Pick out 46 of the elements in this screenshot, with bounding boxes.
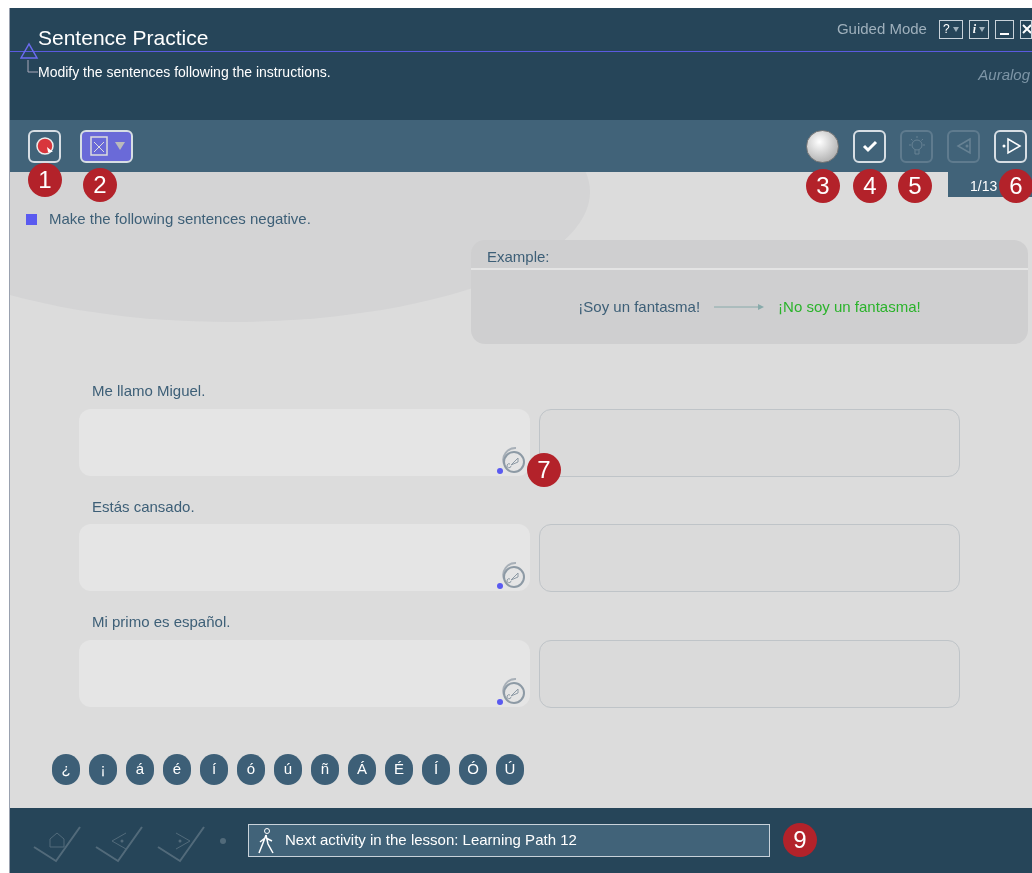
- accent-key[interactable]: í: [200, 754, 228, 785]
- example-answer: ¡No soy un fantasma!: [778, 296, 921, 317]
- accent-key[interactable]: ú: [274, 754, 302, 785]
- accent-key[interactable]: Ú: [496, 754, 524, 785]
- accent-key[interactable]: é: [163, 754, 191, 785]
- answer-field[interactable]: [539, 639, 960, 708]
- record-button[interactable]: [28, 129, 61, 163]
- arrow-icon: [714, 303, 765, 311]
- accent-key[interactable]: ¡: [89, 754, 117, 785]
- accent-key[interactable]: Ó: [459, 754, 487, 785]
- accent-key[interactable]: ¿: [52, 754, 80, 785]
- checkmark-icon: [860, 138, 879, 154]
- accent-key[interactable]: Á: [348, 754, 376, 785]
- answer-field[interactable]: [539, 524, 960, 592]
- next-button[interactable]: [994, 129, 1027, 163]
- close-button[interactable]: [1020, 19, 1032, 39]
- walking-person-icon: [255, 826, 277, 855]
- caret-icon: [115, 142, 125, 150]
- dictionary-button[interactable]: [80, 129, 133, 163]
- next-activity-button[interactable]: Next activity in the lesson: Learning Path 12: [248, 824, 770, 857]
- sentence-prompt: Mi primo es español.: [91, 612, 232, 632]
- example-sentence: ¡Soy un fantasma!: [578, 296, 701, 317]
- instructions-text: Modify the sentences following the instructions.: [38, 63, 331, 82]
- instruction-text: Make the following sentences negative.: [49, 209, 311, 229]
- accent-key[interactable]: É: [385, 754, 413, 785]
- info-button[interactable]: i: [968, 19, 989, 39]
- accent-key[interactable]: ñ: [311, 754, 339, 785]
- record-icon: [34, 136, 55, 156]
- brand-logo: Auralog: [978, 65, 1030, 85]
- minimize-button[interactable]: [995, 19, 1014, 39]
- sentence-prompt: Me llamo Miguel.: [91, 381, 207, 401]
- help-button[interactable]: ?: [938, 19, 963, 39]
- check-button[interactable]: [853, 129, 886, 163]
- triangle-icon: [20, 42, 40, 76]
- accent-key[interactable]: ó: [237, 754, 265, 785]
- status-light-button[interactable]: [806, 129, 839, 163]
- caret-icon: [979, 26, 985, 32]
- answer-field[interactable]: [539, 408, 960, 477]
- accent-key[interactable]: á: [126, 754, 154, 785]
- mode-label: Guided Mode: [836, 19, 927, 39]
- window-title: Sentence Practice: [38, 25, 209, 51]
- bullet-icon: [26, 213, 37, 225]
- sentence-prompt: Estás cansado.: [91, 496, 196, 517]
- example-label: Example:: [487, 247, 550, 267]
- accent-key[interactable]: Í: [422, 754, 450, 785]
- caret-icon: [952, 26, 959, 32]
